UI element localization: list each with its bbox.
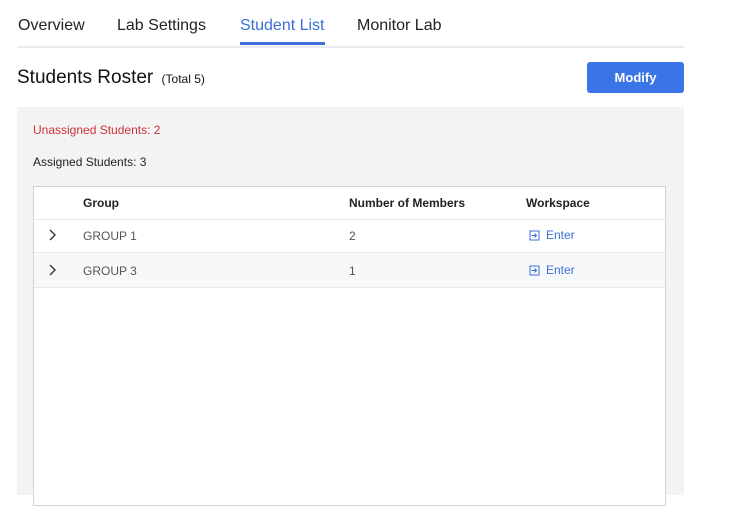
table-row: GROUP 3 1 Enter bbox=[34, 254, 665, 288]
modify-button[interactable]: Modify bbox=[587, 62, 684, 93]
member-count: 1 bbox=[349, 264, 356, 278]
group-name: GROUP 1 bbox=[83, 229, 137, 243]
member-count: 2 bbox=[349, 229, 356, 243]
assigned-students-count: Assigned Students: 3 bbox=[33, 155, 147, 169]
chevron-right-icon[interactable] bbox=[47, 263, 59, 277]
enter-workspace-icon bbox=[529, 230, 540, 241]
groups-table: Group Number of Members Workspace GROUP … bbox=[33, 186, 666, 506]
column-header-workspace: Workspace bbox=[526, 196, 590, 210]
roster-title: Students Roster bbox=[17, 67, 154, 88]
enter-workspace-link[interactable]: Enter bbox=[529, 263, 575, 277]
enter-label: Enter bbox=[546, 263, 575, 277]
group-name: GROUP 3 bbox=[83, 264, 137, 278]
unassigned-students-count: Unassigned Students: 2 bbox=[33, 123, 161, 137]
tab-overview[interactable]: Overview bbox=[18, 17, 85, 35]
column-header-members: Number of Members bbox=[349, 196, 466, 210]
table-header: Group Number of Members Workspace bbox=[34, 187, 665, 220]
table-row: GROUP 1 2 Enter bbox=[34, 219, 665, 253]
roster-total: (Total 5) bbox=[161, 72, 205, 86]
roster-panel: Unassigned Students: 2 Assigned Students… bbox=[17, 107, 684, 506]
chevron-right-icon[interactable] bbox=[47, 228, 59, 242]
column-header-group: Group bbox=[83, 196, 119, 210]
active-tab-indicator bbox=[240, 42, 325, 45]
enter-label: Enter bbox=[546, 228, 575, 242]
tab-monitor-lab[interactable]: Monitor Lab bbox=[357, 17, 442, 35]
page-title: Students Roster (Total 5) bbox=[17, 67, 205, 89]
enter-workspace-link[interactable]: Enter bbox=[529, 228, 575, 242]
tab-lab-settings[interactable]: Lab Settings bbox=[117, 17, 206, 35]
tab-student-list[interactable]: Student List bbox=[240, 17, 325, 35]
tab-bar: Overview Lab Settings Student List Monit… bbox=[17, 0, 684, 48]
enter-workspace-icon bbox=[529, 265, 540, 276]
